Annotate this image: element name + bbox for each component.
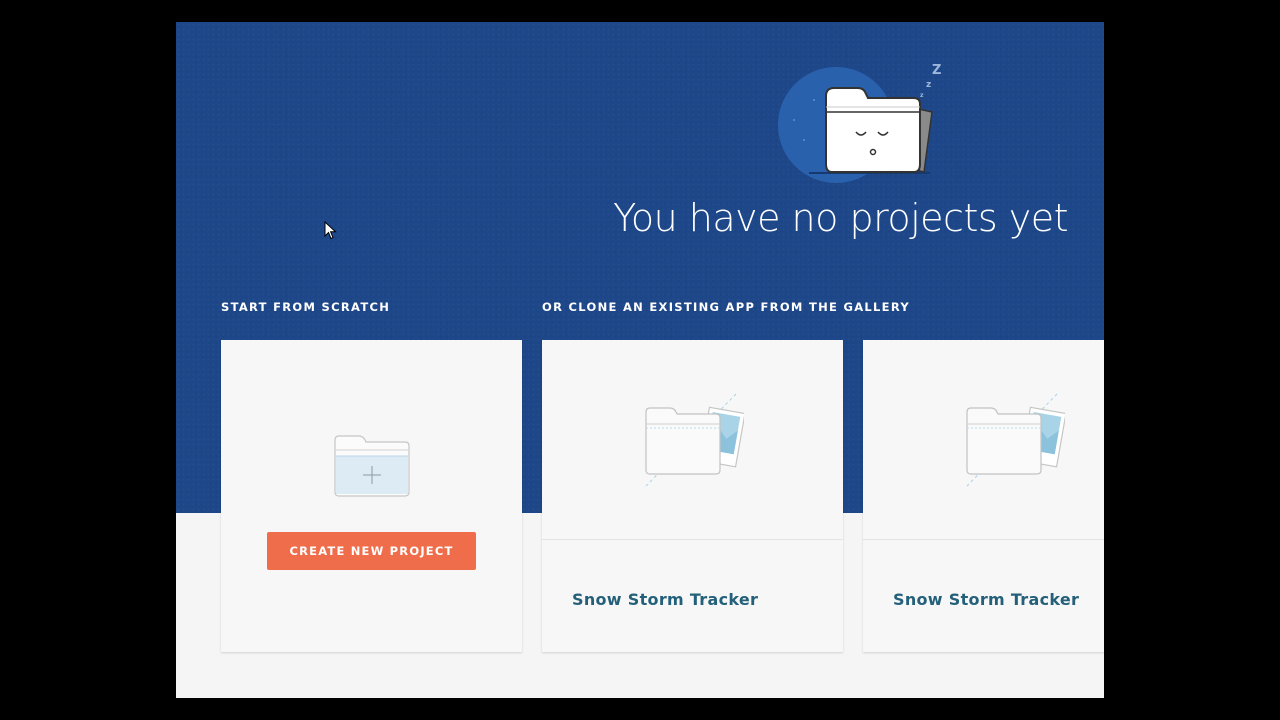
gallery-card[interactable]: Snow Storm Tracker xyxy=(863,340,1104,652)
page-title: You have no projects yet xyxy=(613,196,1068,240)
svg-text:z: z xyxy=(926,80,931,90)
svg-text:Z: Z xyxy=(932,63,941,78)
gallery-card[interactable]: Snow Storm Tracker xyxy=(542,340,843,652)
new-folder-plus-icon xyxy=(334,435,410,497)
card-divider xyxy=(863,539,1104,540)
create-new-project-button[interactable]: CREATE NEW PROJECT xyxy=(267,532,476,570)
card-divider xyxy=(542,539,843,540)
app-viewport: Z z z You have no projects yet START FRO… xyxy=(176,22,1104,698)
new-project-card: CREATE NEW PROJECT xyxy=(221,340,522,652)
section-label-scratch: START FROM SCRATCH xyxy=(221,300,391,314)
gallery-app-title[interactable]: Snow Storm Tracker xyxy=(572,590,758,609)
folder-with-image-icon xyxy=(645,393,744,487)
mouse-pointer-icon xyxy=(324,221,337,240)
sleeping-folder-icon: Z z z xyxy=(778,63,941,183)
gallery-app-title[interactable]: Snow Storm Tracker xyxy=(893,590,1079,609)
folder-with-image-icon xyxy=(966,393,1065,487)
svg-text:z: z xyxy=(920,92,924,99)
section-label-gallery: OR CLONE AN EXISTING APP FROM THE GALLER… xyxy=(542,300,910,314)
